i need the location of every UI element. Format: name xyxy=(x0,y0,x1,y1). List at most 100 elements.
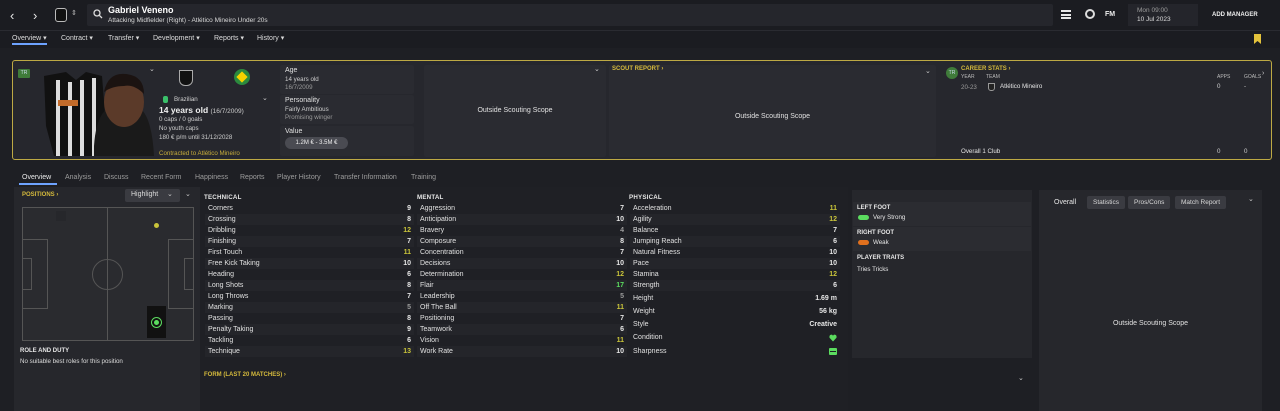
club-switch-icon[interactable]: ⇕ xyxy=(71,9,77,17)
attribute-row[interactable]: Off The Ball 11 xyxy=(420,302,624,313)
attribute-row[interactable]: Decisions 10 xyxy=(420,258,624,269)
tab-recent-form[interactable]: Recent Form xyxy=(141,174,181,181)
attribute-name: Balance xyxy=(633,227,659,234)
tab-happiness[interactable]: Happiness xyxy=(195,174,228,181)
nav-reports[interactable]: Reports ▾ xyxy=(214,34,244,42)
scout-dropdown-icon[interactable]: ⌄ xyxy=(925,67,931,75)
attribute-row[interactable]: Strength 6 xyxy=(633,280,837,291)
nav-overview[interactable]: Overview ▾ xyxy=(12,34,47,45)
style-row: Style Creative xyxy=(633,319,837,330)
nav-history[interactable]: History ▾ xyxy=(257,34,284,42)
attribute-row[interactable]: Work Rate 10 xyxy=(420,346,624,357)
attribute-row[interactable]: Leadership 5 xyxy=(420,291,624,302)
attribute-row[interactable]: Positioning 7 xyxy=(420,313,624,324)
attribute-row[interactable]: Anticipation 10 xyxy=(420,214,624,225)
tab-overall[interactable]: Overall xyxy=(1054,199,1076,206)
attribute-row[interactable]: Aggression 7 xyxy=(420,203,624,214)
attribute-row[interactable]: Composure 8 xyxy=(420,236,624,247)
natural-position-marker[interactable] xyxy=(151,317,162,328)
tab-player-history[interactable]: Player History xyxy=(277,174,321,181)
attribute-value: 11 xyxy=(403,249,411,256)
attribute-row[interactable]: Dribbling 12 xyxy=(208,225,411,236)
highlight-dropdown-icon[interactable]: ⌄ xyxy=(167,190,173,198)
back-arrow-icon[interactable]: ‹ xyxy=(10,8,14,23)
attribute-row[interactable]: Natural Fitness 10 xyxy=(633,247,837,258)
attribute-value: 10 xyxy=(616,348,624,355)
attribute-row[interactable]: Jumping Reach 6 xyxy=(633,236,837,247)
tab-overview[interactable]: Overview xyxy=(22,174,51,181)
tab-statistics[interactable]: Statistics xyxy=(1087,196,1126,209)
attribute-row[interactable]: Penalty Taking 9 xyxy=(208,324,411,335)
condition-heart-icon xyxy=(829,334,837,342)
attribute-name: Concentration xyxy=(420,249,464,256)
form-dropdown-icon[interactable]: ⌄ xyxy=(1018,374,1024,382)
nav-transfer[interactable]: Transfer ▾ xyxy=(108,34,139,42)
nav-development[interactable]: Development ▾ xyxy=(153,34,200,42)
attribute-row[interactable]: Teamwork 6 xyxy=(420,324,624,335)
club-logo-icon xyxy=(179,70,193,86)
left-six-yard xyxy=(22,258,32,290)
nav-contract[interactable]: Contract ▾ xyxy=(61,34,93,42)
attribute-value: 12 xyxy=(829,271,837,278)
attribute-row[interactable]: Bravery 4 xyxy=(420,225,624,236)
attribute-row[interactable]: Technique 13 xyxy=(208,346,411,357)
tab-match-report[interactable]: Match Report xyxy=(1175,196,1227,209)
sharpness-label: Sharpness xyxy=(633,348,667,355)
attribute-row[interactable]: Long Shots 8 xyxy=(208,280,411,291)
attribute-row[interactable]: Passing 8 xyxy=(208,313,411,324)
forward-arrow-icon[interactable]: › xyxy=(33,8,37,23)
attribute-name: Marking xyxy=(208,304,233,311)
attribute-row[interactable]: Crossing 8 xyxy=(208,214,411,225)
tab-discuss[interactable]: Discuss xyxy=(104,174,129,181)
analysis-dropdown-icon[interactable]: ⌄ xyxy=(1248,195,1254,203)
attribute-name: Penalty Taking xyxy=(208,326,254,333)
positions-dropdown-icon[interactable]: ⌄ xyxy=(185,190,191,198)
club-crest-icon[interactable] xyxy=(55,8,67,22)
attribute-row[interactable]: Tackling 6 xyxy=(208,335,411,346)
add-manager-button[interactable]: ADD MANAGER xyxy=(1212,12,1258,18)
attribute-row[interactable]: Marking 5 xyxy=(208,302,411,313)
attribute-value: 17 xyxy=(616,282,624,289)
attribute-value: 12 xyxy=(616,271,624,278)
tab-pros-cons[interactable]: Pros/Cons xyxy=(1128,196,1171,209)
menu-icon[interactable] xyxy=(1061,10,1071,19)
attribute-row[interactable]: Flair 17 xyxy=(420,280,624,291)
attribute-row[interactable]: Free Kick Taking 10 xyxy=(208,258,411,269)
attribute-row[interactable]: Vision 11 xyxy=(420,335,624,346)
attribute-row[interactable]: First Touch 11 xyxy=(208,247,411,258)
attribute-value: 7 xyxy=(833,227,837,234)
tab-training[interactable]: Training xyxy=(411,174,436,181)
attribute-name: Technique xyxy=(208,348,240,355)
scout-report-link[interactable]: SCOUT REPORT › xyxy=(612,66,663,72)
world-icon[interactable] xyxy=(1085,9,1095,19)
career-stats-link[interactable]: CAREER STATS › xyxy=(961,66,1010,72)
attribute-row[interactable]: Pace 10 xyxy=(633,258,837,269)
fm-icon[interactable]: FM xyxy=(1105,11,1115,18)
attribute-row[interactable]: Heading 6 xyxy=(208,269,411,280)
panel-dropdown-icon[interactable]: ⌄ xyxy=(594,65,600,73)
career-next-icon[interactable]: › xyxy=(1262,70,1264,77)
attribute-row[interactable]: Determination 12 xyxy=(420,269,624,280)
tab-reports[interactable]: Reports xyxy=(240,174,265,181)
portrait-dropdown-icon[interactable]: ⌄ xyxy=(149,65,155,73)
positions-link[interactable]: POSITIONS › xyxy=(22,192,58,198)
attribute-row[interactable]: Stamina 12 xyxy=(633,269,837,280)
attribute-row[interactable]: Corners 9 xyxy=(208,203,411,214)
attribute-row[interactable]: Balance 7 xyxy=(633,225,837,236)
attribute-row[interactable]: Concentration 7 xyxy=(420,247,624,258)
attribute-row[interactable]: Agility 12 xyxy=(633,214,837,225)
scout-report-panel xyxy=(609,65,936,157)
accomplished-position-marker[interactable] xyxy=(154,223,159,228)
contract-status[interactable]: Contracted to Atlético Mineiro xyxy=(159,150,240,157)
attribute-row[interactable]: Finishing 7 xyxy=(208,236,411,247)
form-link[interactable]: FORM (LAST 20 MATCHES) › xyxy=(204,372,286,378)
nationality-dropdown-icon[interactable]: ⌄ xyxy=(262,94,268,102)
tab-analysis[interactable]: Analysis xyxy=(65,174,91,181)
career-goals: - xyxy=(1244,83,1247,90)
attribute-row[interactable]: Acceleration 11 xyxy=(633,203,837,214)
tab-transfer-information[interactable]: Transfer Information xyxy=(334,174,397,181)
tr-badge: TR xyxy=(18,69,30,78)
bookmark-icon[interactable] xyxy=(1254,34,1261,44)
career-team[interactable]: Atlético Mineiro xyxy=(1000,83,1042,90)
attribute-row[interactable]: Long Throws 7 xyxy=(208,291,411,302)
